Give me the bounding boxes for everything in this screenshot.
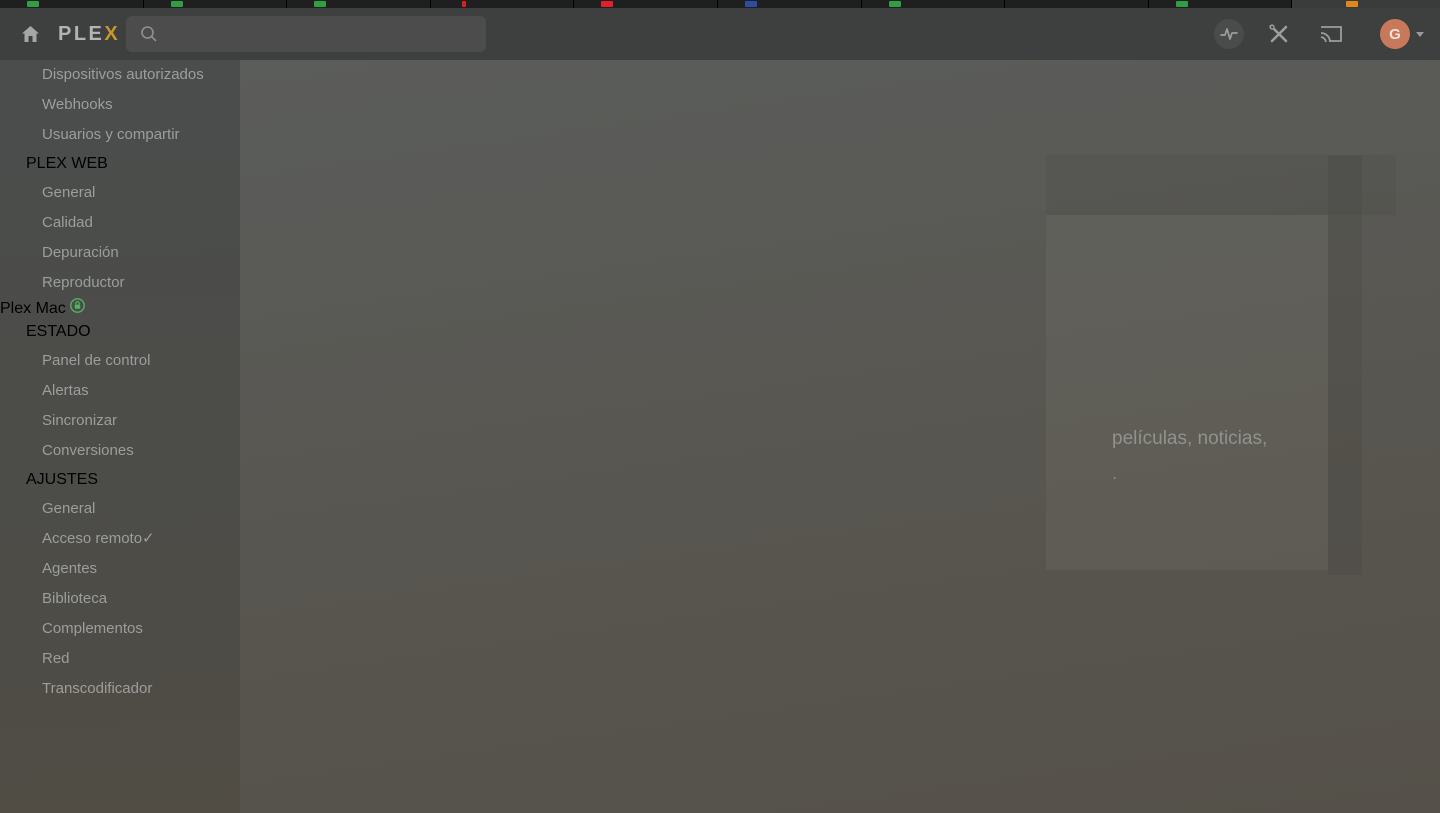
plex-logo-x: X [104, 23, 120, 45]
server-selector[interactable]: Plex Mac [0, 298, 240, 318]
screen: PLEX G películas, noticias, . Dispositiv… [0, 0, 1440, 813]
background-panel [1328, 155, 1362, 575]
sidebar-item-dispositivos-autorizados[interactable]: Dispositivos autorizados [0, 60, 240, 90]
server-name: Plex Mac [0, 300, 66, 317]
sidebar-item-label: Usuarios y compartir [42, 126, 180, 143]
tab-favicon [601, 1, 613, 7]
sidebar-item-general-web[interactable]: General [0, 178, 240, 208]
sidebar-item-label: Agentes [42, 560, 97, 577]
sidebar-item-label: Panel de control [42, 352, 150, 369]
sidebar-item-red[interactable]: Red [0, 644, 240, 674]
avatar[interactable]: G [1380, 19, 1410, 49]
sidebar-item-label: Reproductor [42, 274, 125, 291]
browser-tab[interactable] [1149, 0, 1293, 8]
plex-logo[interactable]: PLEX [58, 23, 120, 46]
sidebar-item-general-ajustes[interactable]: General [0, 494, 240, 524]
sidebar-section-estado: ESTADO [0, 318, 240, 346]
sidebar-item-label: Dispositivos autorizados [42, 66, 204, 83]
search-icon [140, 25, 158, 43]
sidebar-item-label: Acceso remoto [42, 530, 142, 547]
browser-tab[interactable] [0, 0, 144, 8]
sidebar-item-alertas[interactable]: Alertas [0, 376, 240, 406]
sidebar-item-depuracion[interactable]: Depuración [0, 238, 240, 268]
browser-tab[interactable] [1005, 0, 1149, 8]
background-partial-text: películas, noticias, [1112, 428, 1267, 450]
sidebar-item-transcodificador[interactable]: Transcodificador [0, 674, 240, 704]
avatar-letter: G [1389, 26, 1401, 43]
tab-favicon [171, 1, 183, 7]
sidebar-item-label: Calidad [42, 214, 93, 231]
browser-tab[interactable] [574, 0, 718, 8]
sidebar-item-label: Sincronizar [42, 412, 117, 429]
settings-sidebar: Dispositivos autorizados Webhooks Usuari… [0, 60, 240, 813]
browser-tab[interactable] [144, 0, 288, 8]
account-menu-caret-icon[interactable] [1416, 32, 1424, 37]
browser-tab[interactable] [431, 0, 575, 8]
home-icon[interactable] [21, 25, 41, 43]
browser-tab-active[interactable] [1292, 0, 1440, 8]
sidebar-item-label: Red [42, 650, 70, 667]
sidebar-item-biblioteca[interactable]: Biblioteca [0, 584, 240, 614]
sidebar-item-label: General [42, 184, 95, 201]
sidebar-item-calidad[interactable]: Calidad [0, 208, 240, 238]
browser-tab-strip [0, 0, 1440, 8]
cast-icon[interactable] [1316, 19, 1346, 49]
sidebar-item-label: Complementos [42, 620, 143, 637]
tab-favicon [27, 1, 39, 7]
secure-lock-icon [70, 300, 85, 317]
sidebar-item-reproductor[interactable]: Reproductor [0, 268, 240, 298]
sidebar-item-webhooks[interactable]: Webhooks [0, 90, 240, 120]
sidebar-item-panel-de-control[interactable]: Panel de control [0, 346, 240, 376]
background-partial-text: . [1112, 463, 1117, 485]
sidebar-item-label: Biblioteca [42, 590, 107, 607]
activity-icon[interactable] [1214, 19, 1244, 49]
tab-favicon [1176, 1, 1188, 7]
search-box[interactable] [126, 16, 486, 52]
sidebar-item-acceso-remoto[interactable]: Acceso remoto✓ [0, 524, 240, 554]
browser-tab[interactable] [287, 0, 431, 8]
plex-logo-ple: PLE [58, 23, 104, 45]
background-card [1046, 215, 1328, 570]
page-background: películas, noticias, . [240, 60, 1440, 813]
settings-tools-icon[interactable] [1264, 19, 1294, 49]
tab-favicon [462, 1, 466, 7]
sidebar-item-label: Conversiones [42, 442, 134, 459]
sidebar-item-sincronizar[interactable]: Sincronizar [0, 406, 240, 436]
sidebar-item-complementos[interactable]: Complementos [0, 614, 240, 644]
browser-tab[interactable] [718, 0, 862, 8]
search-input[interactable] [166, 16, 476, 52]
check-icon: ✓ [142, 530, 155, 547]
sidebar-item-agentes[interactable]: Agentes [0, 554, 240, 584]
plex-top-bar: PLEX G [0, 8, 1440, 60]
sidebar-item-usuarios-y-compartir[interactable]: Usuarios y compartir [0, 120, 240, 150]
tab-favicon-plex [1346, 1, 1358, 7]
sidebar-item-label: Depuración [42, 244, 119, 261]
sidebar-item-label: Webhooks [42, 96, 113, 113]
tab-favicon [745, 1, 757, 7]
tab-favicon [314, 1, 326, 7]
browser-tab[interactable] [862, 0, 1006, 8]
sidebar-item-label: Alertas [42, 382, 89, 399]
sidebar-section-plex-web: PLEX WEB [0, 150, 240, 178]
sidebar-item-label: Transcodificador [42, 680, 152, 697]
sidebar-item-label: General [42, 500, 95, 517]
sidebar-section-ajustes: AJUSTES [0, 466, 240, 494]
tab-favicon [889, 1, 901, 7]
sidebar-item-conversiones[interactable]: Conversiones [0, 436, 240, 466]
